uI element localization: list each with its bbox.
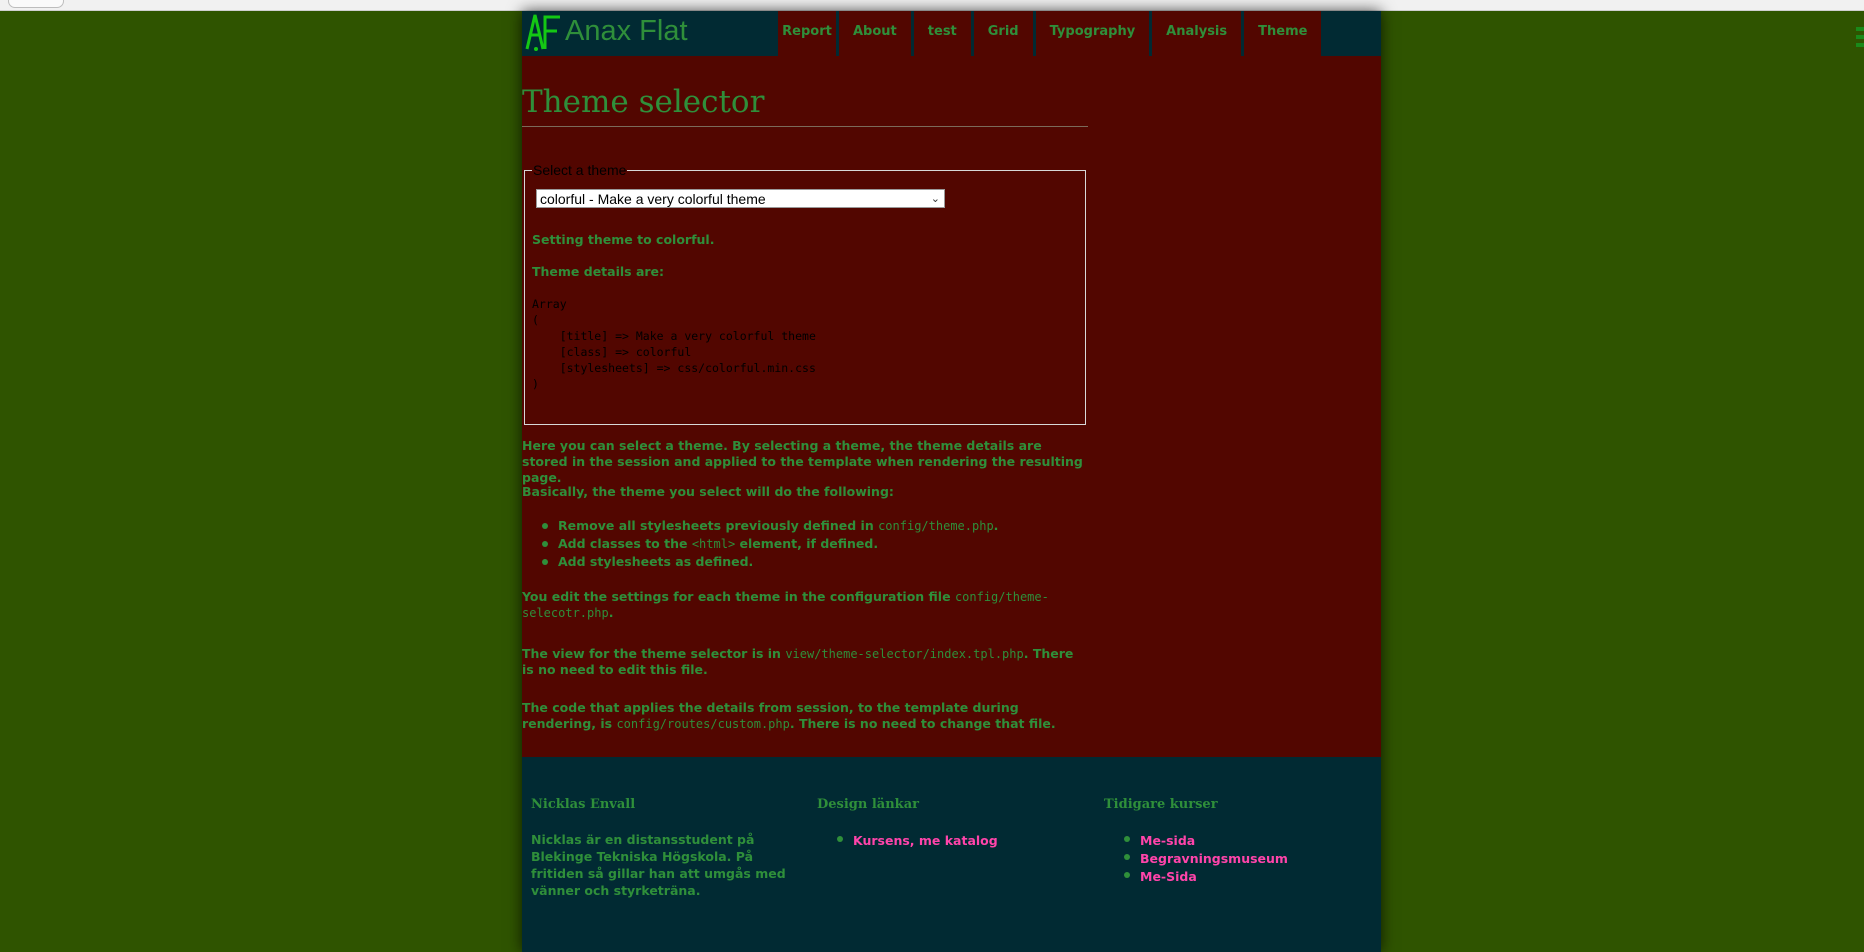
footer-title-about: Nicklas Envall xyxy=(531,797,636,812)
theme-select[interactable]: colorful - Make a very colorful theme ⌄ xyxy=(536,189,945,208)
basically-text: Basically, the theme you select will do … xyxy=(522,484,894,499)
main-navbar: Report About test Grid Typography Analys… xyxy=(778,11,1325,56)
theme-select-value: colorful - Make a very colorful theme xyxy=(540,191,766,207)
edit-settings-text: You edit the settings for each theme in … xyxy=(522,589,1049,620)
site-header: Anax Flat Report About test Grid Typogra… xyxy=(522,11,1381,56)
bullet-icon xyxy=(1124,854,1130,860)
page-title: Theme selector xyxy=(522,82,1088,127)
footer-title-courses: Tidigare kurser xyxy=(1104,797,1218,812)
bullet-icon xyxy=(1124,836,1130,842)
logo-icon[interactable] xyxy=(524,11,564,56)
nav-about[interactable]: About xyxy=(839,11,914,56)
theme-array-dump: Array ( [title] => Make a very colorful … xyxy=(532,297,816,391)
site-footer: Nicklas Envall Nicklas är en distansstud… xyxy=(522,757,1381,952)
footer-col-courses: Tidigare kurser Me-sida Begravningsmuseu… xyxy=(1104,797,1374,885)
list-item: Remove all stylesheets previously define… xyxy=(542,517,998,535)
bullet-icon xyxy=(542,523,548,529)
nav-report[interactable]: Report xyxy=(778,11,839,56)
view-location-text: The view for the theme selector is in vi… xyxy=(522,646,1074,677)
fieldset-legend: Select a theme xyxy=(533,162,627,178)
menu-dots-icon[interactable] xyxy=(1856,27,1864,51)
nav-test[interactable]: test xyxy=(913,11,974,56)
bullet-icon xyxy=(542,541,548,547)
nav-typography[interactable]: Typography xyxy=(1035,11,1153,56)
setting-message: Setting theme to colorful. xyxy=(532,232,715,247)
list-item: Add classes to the <html> element, if de… xyxy=(542,535,998,553)
browser-top-strip xyxy=(0,0,1864,11)
details-label: Theme details are: xyxy=(532,264,665,279)
nav-analysis[interactable]: Analysis xyxy=(1152,11,1245,56)
footer-link[interactable]: Me-Sida xyxy=(1140,869,1197,884)
nav-theme[interactable]: Theme xyxy=(1244,11,1325,56)
intro-text: Here you can select a theme. By selectin… xyxy=(522,438,1083,485)
footer-link[interactable]: Begravningsmuseum xyxy=(1140,851,1288,866)
footer-about-text: Nicklas är en distansstudent på Blekinge… xyxy=(531,832,786,898)
rules-list: Remove all stylesheets previously define… xyxy=(542,517,998,570)
bullet-icon xyxy=(542,559,548,565)
footer-link[interactable]: Me-sida xyxy=(1140,833,1195,848)
footer-title-design: Design länkar xyxy=(817,797,919,812)
site-title[interactable]: Anax Flat xyxy=(565,13,688,49)
nav-grid[interactable]: Grid xyxy=(973,11,1036,56)
footer-link[interactable]: Kursens, me katalog xyxy=(853,833,998,848)
chevron-down-icon: ⌄ xyxy=(930,193,940,205)
browser-tab-edge xyxy=(8,0,64,8)
footer-design-links: Kursens, me katalog xyxy=(817,831,1087,849)
bullet-icon xyxy=(837,836,843,842)
site-wrapper: Anax Flat Report About test Grid Typogra… xyxy=(522,11,1381,952)
code-location-text: The code that applies the details from s… xyxy=(522,700,1056,731)
list-item: Kursens, me katalog xyxy=(837,831,1087,849)
theme-fieldset: Select a theme colorful - Make a very co… xyxy=(524,162,1086,425)
footer-course-links: Me-sida Begravningsmuseum Me-Sida xyxy=(1104,831,1374,885)
list-item: Me-sida xyxy=(1124,831,1374,849)
list-item: Me-Sida xyxy=(1124,867,1374,885)
list-item: Add stylesheets as defined. xyxy=(542,553,998,570)
bullet-icon xyxy=(1124,872,1130,878)
footer-col-design: Design länkar Kursens, me katalog xyxy=(817,797,1087,849)
list-item: Begravningsmuseum xyxy=(1124,849,1374,867)
footer-col-about: Nicklas Envall Nicklas är en distansstud… xyxy=(531,797,801,899)
